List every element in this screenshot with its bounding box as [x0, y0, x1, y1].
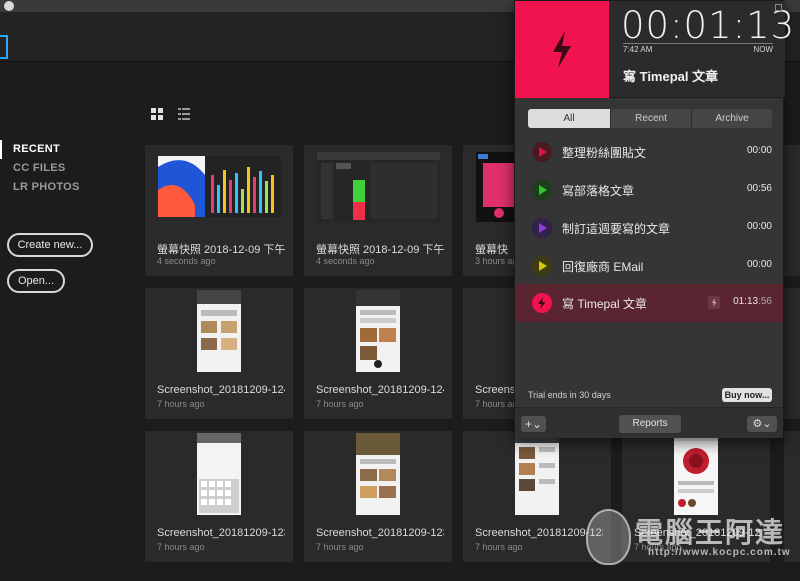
file-modified: 4 seconds ago: [157, 256, 216, 266]
current-task-color[interactable]: [515, 1, 609, 98]
file-name: Screenshot_20181209-1239...: [316, 527, 444, 539]
watermark: 電腦王阿達 http://www.kocpc.com.tw: [580, 505, 795, 573]
mascot-icon: [586, 509, 631, 565]
sidebar-item-lr-photos[interactable]: LR PHOTOS: [0, 178, 120, 197]
tab-recent[interactable]: Recent: [610, 109, 691, 128]
timepal-footer: +⌄ Reports ⚙⌄: [515, 407, 783, 438]
list-view-icon[interactable]: [178, 108, 190, 120]
sidebar: RECENT CC FILES LR PHOTOS: [0, 140, 120, 197]
elapsed-clock: 00:01:13: [621, 4, 796, 47]
file-thumbnail: [304, 145, 452, 231]
app-logo-icon: [0, 35, 8, 59]
trial-notice: Trial ends in 30 days: [528, 390, 611, 400]
file-thumbnail: [145, 145, 293, 231]
phone-screenshot-thumbnail: [356, 290, 400, 372]
file-name: Screensh: [475, 384, 515, 396]
file-card[interactable]: 螢幕快照 2018-12-09 下午... 4 seconds ago: [304, 145, 452, 276]
reports-screenshot-thumbnail: [158, 156, 281, 217]
window-close-button[interactable]: [4, 1, 14, 11]
active-task-icon[interactable]: [532, 293, 552, 313]
lightning-icon: [538, 297, 546, 309]
current-task-title: 寫 Timepal 文章: [623, 69, 719, 84]
grid-view-icon[interactable]: [151, 108, 163, 120]
file-name: 螢幕快照 2018-12-09 下午...: [157, 244, 285, 256]
create-new-button[interactable]: Create new...: [7, 233, 93, 257]
settings-button[interactable]: ⚙⌄: [747, 416, 777, 432]
app-window: RECENT CC FILES LR PHOTOS Create new... …: [0, 0, 800, 581]
file-modified: 7 hours ago: [157, 399, 205, 409]
file-thumbnail: [304, 431, 452, 517]
file-modified: 3 hours ag: [475, 256, 518, 266]
task-label: 回復廠商 EMail: [562, 260, 644, 274]
file-name: Screenshot_20181209-1241...: [157, 384, 285, 396]
file-modified: 7 hours ago: [316, 542, 364, 552]
task-time: 00:00: [746, 221, 772, 232]
file-name: 螢幕快: [475, 244, 508, 256]
task-label: 制訂這週要寫的文章: [562, 222, 671, 236]
start-time: 7:42 AM: [623, 45, 653, 54]
play-icon[interactable]: [532, 256, 552, 276]
file-thumbnail: [145, 431, 293, 517]
task-time: 00:00: [746, 145, 772, 156]
task-time: 00:00: [746, 259, 772, 270]
timepal-header: 00:01:13 7:42 AM NOW 寫 Timepal 文章: [515, 1, 794, 98]
file-name: Screenshot_20181209-1239...: [157, 527, 285, 539]
open-button[interactable]: Open...: [7, 269, 65, 293]
file-thumbnail: [304, 288, 452, 374]
tab-all[interactable]: All: [528, 109, 610, 128]
lightning-icon: [553, 31, 571, 68]
file-card[interactable]: Screenshot_20181209-1244... 7 hours ago: [304, 288, 452, 419]
watermark-text: 電腦王阿達: [635, 517, 786, 548]
task-time: 01:13:56: [733, 296, 772, 307]
file-name: 螢幕快照 2018-12-09 下午...: [316, 244, 444, 256]
task-time: 00:56: [746, 183, 772, 194]
lightning-badge-icon: [708, 296, 720, 309]
file-card[interactable]: 螢幕快照 2018-12-09 下午... 4 seconds ago: [145, 145, 293, 276]
buy-now-button[interactable]: Buy now...: [722, 388, 772, 402]
file-modified: 7 hours ago: [475, 542, 523, 552]
file-thumbnail: [463, 145, 515, 231]
play-icon[interactable]: [532, 218, 552, 238]
reports-button[interactable]: Reports: [619, 415, 681, 433]
file-card[interactable]: [784, 288, 800, 419]
phone-screenshot-thumbnail: [197, 290, 241, 372]
file-card[interactable]: Screensh 7 hours ago: [463, 288, 523, 419]
task-label: 整理粉絲團貼文: [562, 146, 647, 160]
task-time-minutes: 01:13: [733, 296, 759, 307]
sidebar-item-cc-files[interactable]: CC FILES: [0, 159, 120, 178]
sidebar-item-recent[interactable]: RECENT: [0, 140, 120, 159]
file-card[interactable]: 螢幕快 3 hours ag: [463, 145, 518, 276]
file-card[interactable]: Screenshot_20181209-1239... 7 hours ago: [304, 431, 452, 562]
file-modified: 7 hours ago: [157, 542, 205, 552]
keyboard-screenshot-thumbnail: [197, 433, 241, 515]
watermark-url: http://www.kocpc.com.tw: [648, 547, 791, 558]
task-time-seconds: :56: [758, 296, 772, 307]
task-label: 寫部落格文章: [562, 184, 635, 198]
file-name: Screenshot_20181209-1244...: [316, 384, 444, 396]
file-card[interactable]: Screenshot_20181209-1241... 7 hours ago: [145, 288, 293, 419]
file-thumbnail: [145, 288, 293, 374]
task-row[interactable]: 寫部落格文章 00:56: [515, 171, 783, 209]
task-row[interactable]: 整理粉絲團貼文 00:00: [515, 133, 783, 171]
task-filter-tabs: All Recent Archive: [528, 109, 772, 128]
tab-archive[interactable]: Archive: [691, 109, 772, 128]
detach-window-icon[interactable]: [775, 4, 782, 11]
timepal-popover: 00:01:13 7:42 AM NOW 寫 Timepal 文章 All Re…: [514, 0, 794, 438]
file-modified: 4 seconds ago: [316, 256, 375, 266]
file-modified: 7 hours ago: [316, 399, 364, 409]
task-row-active[interactable]: 寫 Timepal 文章 01:13:56: [515, 284, 783, 322]
add-task-button[interactable]: +⌄: [521, 416, 546, 432]
play-icon[interactable]: [532, 180, 552, 200]
file-card[interactable]: [784, 145, 800, 276]
app-screenshot-thumbnail: [476, 152, 515, 222]
phone-screenshot-thumbnail: [356, 433, 400, 515]
task-row[interactable]: 回復廠商 EMail 00:00: [515, 247, 783, 285]
play-icon[interactable]: [532, 142, 552, 162]
task-label: 寫 Timepal 文章: [562, 297, 647, 311]
task-row[interactable]: 制訂這週要寫的文章 00:00: [515, 209, 783, 247]
timeline-screenshot-thumbnail: [317, 152, 440, 222]
timeline-bar: [623, 43, 773, 44]
file-card[interactable]: Screenshot_20181209-1239... 7 hours ago: [145, 431, 293, 562]
now-label: NOW: [753, 45, 773, 54]
